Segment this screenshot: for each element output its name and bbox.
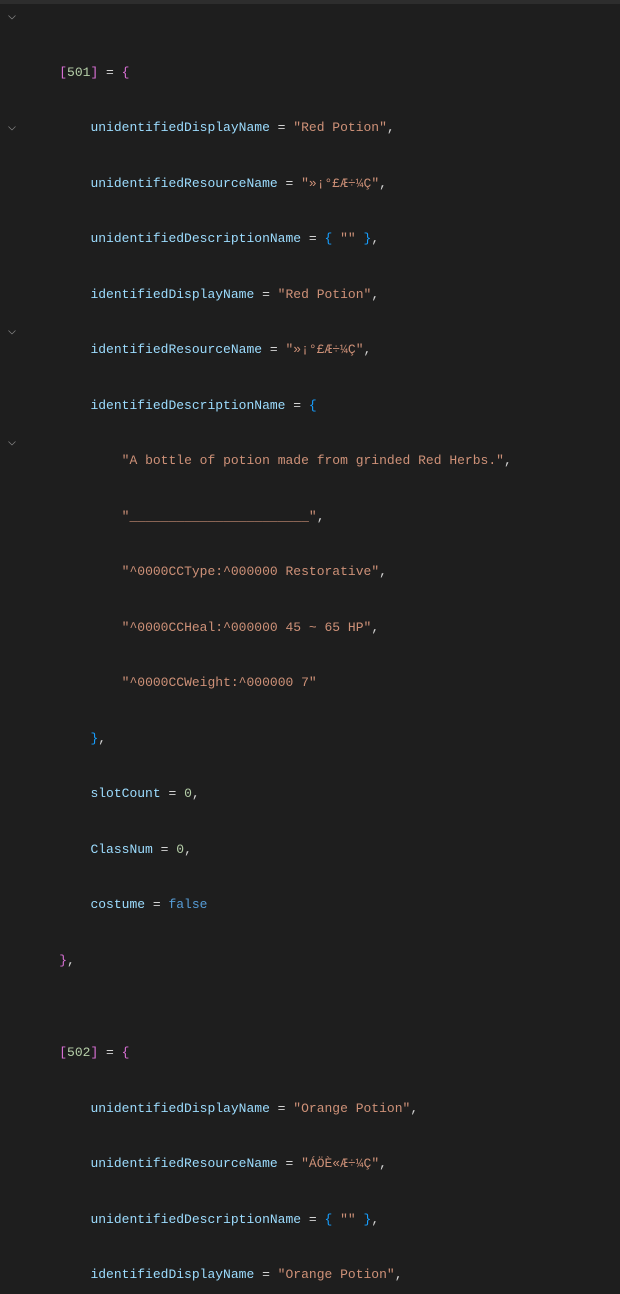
value: 0 (176, 842, 184, 857)
prop-identifiedDisplayName: identifiedDisplayName (90, 1267, 254, 1282)
value: 0 (184, 786, 192, 801)
prop-costume: costume (90, 897, 145, 912)
prop-unidentifiedResourceName: unidentifiedResourceName (90, 176, 277, 191)
fold-toggle[interactable] (0, 434, 24, 453)
table-key: 501 (67, 65, 90, 80)
prop-ClassNum: ClassNum (90, 842, 152, 857)
fold-gutter (0, 4, 24, 651)
prop-unidentifiedDisplayName: unidentifiedDisplayName (90, 1101, 269, 1116)
value: A bottle of potion made from grinded Red… (129, 453, 496, 468)
code-editor: [501] = { unidentifiedDisplayName = "Red… (0, 4, 620, 651)
fold-toggle[interactable] (0, 8, 24, 27)
fold-toggle[interactable] (0, 119, 24, 138)
value: ÁÖÈ«Æ÷¼Ç (309, 1156, 371, 1171)
value: »¡°£Æ÷¼Ç (293, 342, 355, 357)
prop-unidentifiedDescriptionName: unidentifiedDescriptionName (90, 1212, 301, 1227)
prop-unidentifiedDisplayName: unidentifiedDisplayName (90, 120, 269, 135)
prop-identifiedDisplayName: identifiedDisplayName (90, 287, 254, 302)
value: ^0000CCHeal:^000000 45 ~ 65 HP (129, 620, 363, 635)
code-area[interactable]: [501] = { unidentifiedDisplayName = "Red… (24, 4, 620, 651)
value: »¡°£Æ÷¼Ç (309, 176, 371, 191)
value: "" (340, 1212, 356, 1227)
prop-identifiedResourceName: identifiedResourceName (90, 342, 262, 357)
prop-identifiedDescriptionName: identifiedDescriptionName (90, 398, 285, 413)
value: ^0000CCWeight:^000000 7 (129, 675, 308, 690)
prop-slotCount: slotCount (90, 786, 160, 801)
value: "" (340, 231, 356, 246)
value: Orange Potion (301, 1101, 402, 1116)
table-key: 502 (67, 1045, 90, 1060)
value: Orange Potion (285, 1267, 386, 1282)
prop-unidentifiedResourceName: unidentifiedResourceName (90, 1156, 277, 1171)
value: Red Potion (301, 120, 379, 135)
value: false (168, 897, 207, 912)
value: ^0000CCType:^000000 Restorative (129, 564, 371, 579)
prop-unidentifiedDescriptionName: unidentifiedDescriptionName (90, 231, 301, 246)
value: Red Potion (285, 287, 363, 302)
fold-toggle[interactable] (0, 323, 24, 342)
value: _______________________ (129, 509, 308, 524)
